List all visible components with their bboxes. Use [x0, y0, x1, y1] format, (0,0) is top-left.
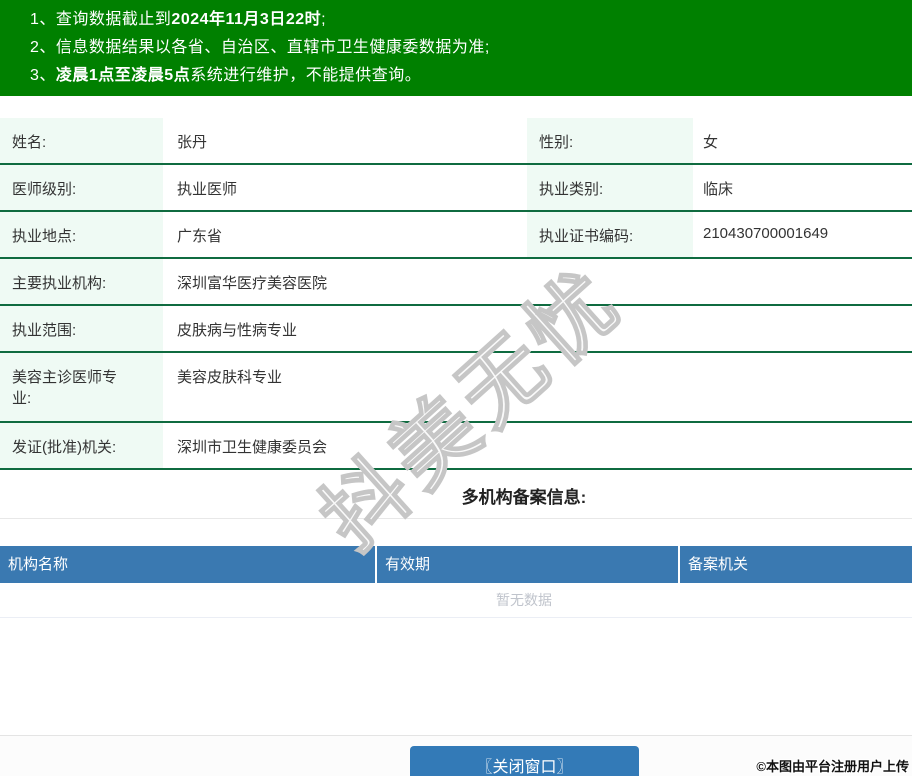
field-label-practice-scope: 执业范围: — [0, 306, 163, 351]
field-value-certificate-number: 210430700001649 — [703, 225, 829, 242]
notice-line: 1、查询数据截止到2024年11月3日22时; — [30, 6, 912, 34]
column-header-validity-period: 有效期 — [377, 546, 678, 583]
multi-org-table-header: 机构名称 有效期 备案机关 — [0, 546, 912, 583]
field-value-practice-scope: 皮肤病与性病专业 — [177, 322, 298, 339]
table-row: 医师级别: 执业医师 执业类别: 临床 — [0, 165, 912, 212]
field-label-certificate-number: 执业证书编码: — [527, 212, 693, 257]
notice-number: 3、 — [30, 67, 56, 84]
field-value-main-institution: 深圳富华医疗美容医院 — [177, 275, 328, 292]
table-row: 美容主诊医师专业: 美容皮肤科专业 — [0, 353, 912, 423]
notice-text: 查询数据截止到 — [55, 11, 172, 28]
field-value-practice-location: 广东省 — [177, 228, 223, 245]
column-header-institution-name: 机构名称 — [0, 546, 375, 583]
field-label-practice-category: 执业类别: — [527, 165, 693, 210]
table-row: 发证(批准)机关: 深圳市卫生健康委员会 — [0, 423, 912, 470]
field-label-practice-location: 执业地点: — [0, 212, 163, 257]
field-value-gender: 女 — [703, 134, 719, 151]
column-header-record-authority: 备案机关 — [680, 546, 912, 583]
field-label-name: 姓名: — [0, 118, 163, 163]
field-label-cosmetic-specialty: 美容主诊医师专业: — [0, 353, 163, 421]
notice-banner: 1、查询数据截止到2024年11月3日22时; 2、信息数据结果以各省、自治区、… — [0, 0, 912, 96]
notice-number: 1、 — [30, 11, 56, 28]
doctor-info-table: 姓名: 张丹 性别: 女 医师级别: 执业医师 执业类别: 临床 执业地点: 广… — [0, 118, 912, 470]
notice-line: 2、信息数据结果以各省、自治区、直辖市卫生健康委数据为准; — [30, 34, 912, 62]
table-row: 执业范围: 皮肤病与性病专业 — [0, 306, 912, 353]
notice-bold-text: 2024年11月3日22时 — [171, 11, 322, 28]
close-window-button[interactable]: 〖关闭窗口〗 — [410, 746, 639, 776]
field-value-issuing-authority: 深圳市卫生健康委员会 — [177, 439, 328, 456]
notice-text: 信息数据结果以各省、自治区、直辖市卫生健康委数据为准; — [55, 39, 490, 56]
field-value-name: 张丹 — [177, 134, 208, 151]
multi-org-title: 多机构备案信息: — [461, 488, 587, 507]
table-row: 姓名: 张丹 性别: 女 — [0, 118, 912, 165]
field-label-gender: 性别: — [527, 118, 693, 163]
field-label-doctor-level: 医师级别: — [0, 165, 163, 210]
notice-bold-text: 凌晨1点至凌晨5点 — [55, 67, 191, 84]
table-row: 执业地点: 广东省 执业证书编码: 210430700001649 — [0, 212, 912, 259]
notice-text: ; — [321, 11, 327, 28]
notice-number: 2、 — [30, 39, 56, 56]
field-value-cosmetic-specialty: 美容皮肤科专业 — [177, 369, 283, 386]
multi-org-section-header: 多机构备案信息: — [0, 470, 912, 519]
notice-line: 3、凌晨1点至凌晨5点系统进行维护，不能提供查询。 — [30, 62, 912, 90]
empty-data-message: 暂无数据 — [0, 583, 912, 618]
field-label-main-institution: 主要执业机构: — [0, 259, 163, 304]
field-label-issuing-authority: 发证(批准)机关: — [0, 423, 163, 468]
notice-text: 系统进行维护，不能提供查询。 — [190, 67, 422, 84]
field-value-doctor-level: 执业医师 — [177, 181, 238, 198]
table-row: 主要执业机构: 深圳富华医疗美容医院 — [0, 259, 912, 306]
upload-stamp-text: ©本图由平台注册用户上传 — [756, 759, 909, 774]
field-value-practice-category: 临床 — [703, 181, 734, 198]
